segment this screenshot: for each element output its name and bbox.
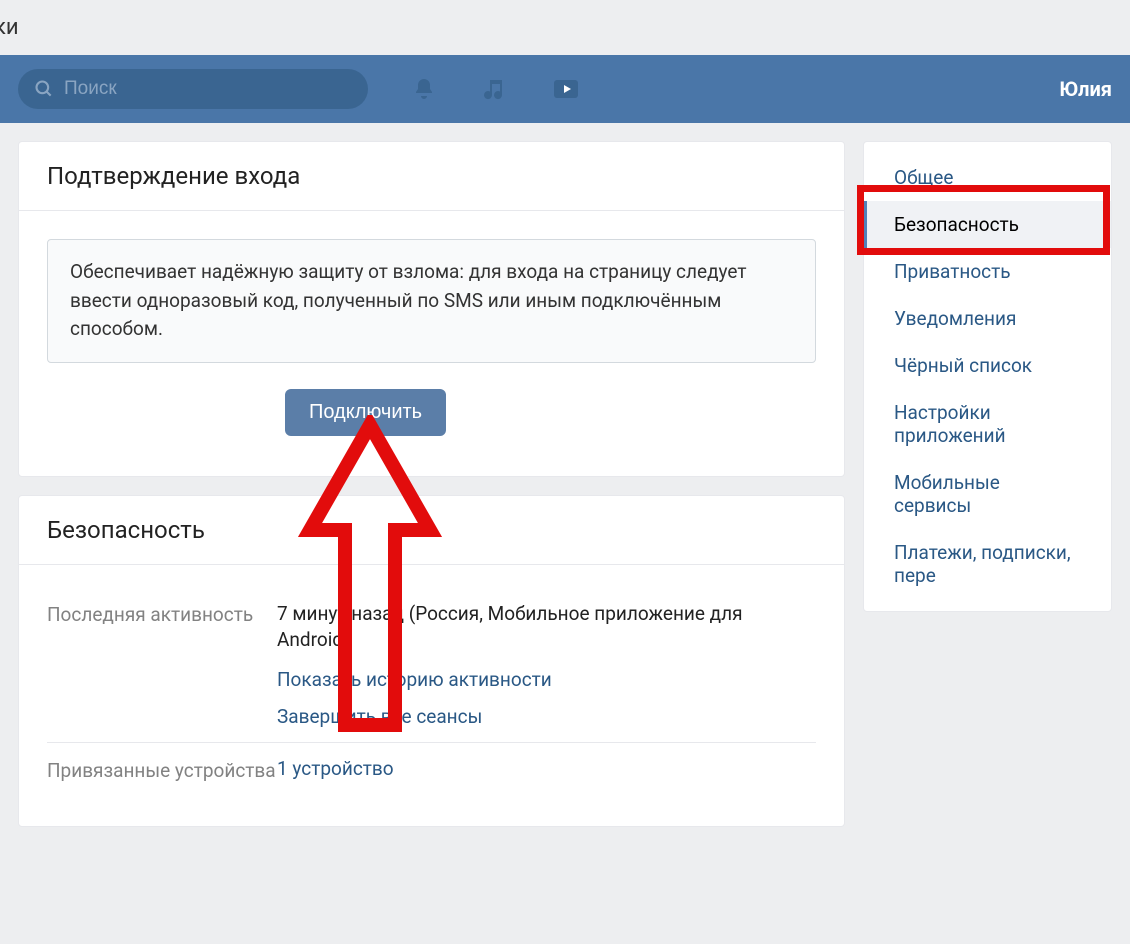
- row-devices: Привязанные устройства 1 устройство: [47, 743, 816, 796]
- sidebar-item-security[interactable]: Безопасность: [864, 201, 1111, 248]
- row-value: 7 минут назад (Россия, Мобильное приложе…: [277, 601, 816, 728]
- sidebar-item-payments[interactable]: Платежи, подписки, пере: [864, 529, 1111, 599]
- header-icons: [412, 77, 580, 101]
- top-strip: ки: [0, 0, 1130, 55]
- top-strip-fragment: ки: [0, 15, 19, 40]
- settings-rows: Последняя активность 7 минут назад (Росс…: [19, 565, 844, 826]
- card-body: Обеспечивает надёжную защиту от взлома: …: [19, 211, 844, 476]
- row-label: Привязанные устройства: [47, 757, 277, 782]
- bell-icon[interactable]: [412, 77, 436, 101]
- sidebar-item-mobile[interactable]: Мобильные сервисы: [864, 459, 1111, 529]
- row-value: 1 устройство: [277, 757, 816, 782]
- card-security: Безопасность Последняя активность 7 мину…: [18, 495, 845, 827]
- sidebar-item-app-settings[interactable]: Настройки приложений: [864, 389, 1111, 459]
- button-wrap: Подключить: [47, 363, 816, 448]
- content-wrap: Подтверждение входа Обеспечивает надёжну…: [0, 123, 1130, 845]
- sidebar-card: Общее Безопасность Приватность Уведомлен…: [863, 141, 1112, 612]
- sidebar-item-blacklist[interactable]: Чёрный список: [864, 342, 1111, 389]
- sidebar-item-notifications[interactable]: Уведомления: [864, 295, 1111, 342]
- header-username[interactable]: Юлия: [1059, 77, 1112, 101]
- main-column: Подтверждение входа Обеспечивает надёжну…: [18, 141, 845, 827]
- end-sessions-link[interactable]: Завершить все сеансы: [277, 705, 816, 728]
- video-icon[interactable]: [552, 77, 580, 101]
- music-icon[interactable]: [482, 77, 506, 101]
- search-icon: [34, 79, 54, 99]
- header-bar: Юлия: [0, 55, 1130, 123]
- info-box: Обеспечивает надёжную защиту от взлома: …: [47, 239, 816, 363]
- devices-link[interactable]: 1 устройство: [277, 757, 816, 780]
- search-box[interactable]: [18, 69, 368, 109]
- search-input[interactable]: [64, 78, 352, 100]
- card-title: Безопасность: [19, 496, 844, 565]
- last-activity-text: 7 минут назад (Россия, Мобильное приложе…: [277, 601, 816, 654]
- sidebar-item-privacy[interactable]: Приватность: [864, 248, 1111, 295]
- sidebar-item-general[interactable]: Общее: [864, 154, 1111, 201]
- card-title: Подтверждение входа: [19, 142, 844, 211]
- sidebar: Общее Безопасность Приватность Уведомлен…: [863, 141, 1112, 612]
- row-last-activity: Последняя активность 7 минут назад (Росс…: [47, 587, 816, 743]
- row-label: Последняя активность: [47, 601, 277, 728]
- card-login-confirmation: Подтверждение входа Обеспечивает надёжну…: [18, 141, 845, 477]
- show-history-link[interactable]: Показать историю активности: [277, 668, 816, 691]
- connect-button[interactable]: Подключить: [285, 389, 446, 436]
